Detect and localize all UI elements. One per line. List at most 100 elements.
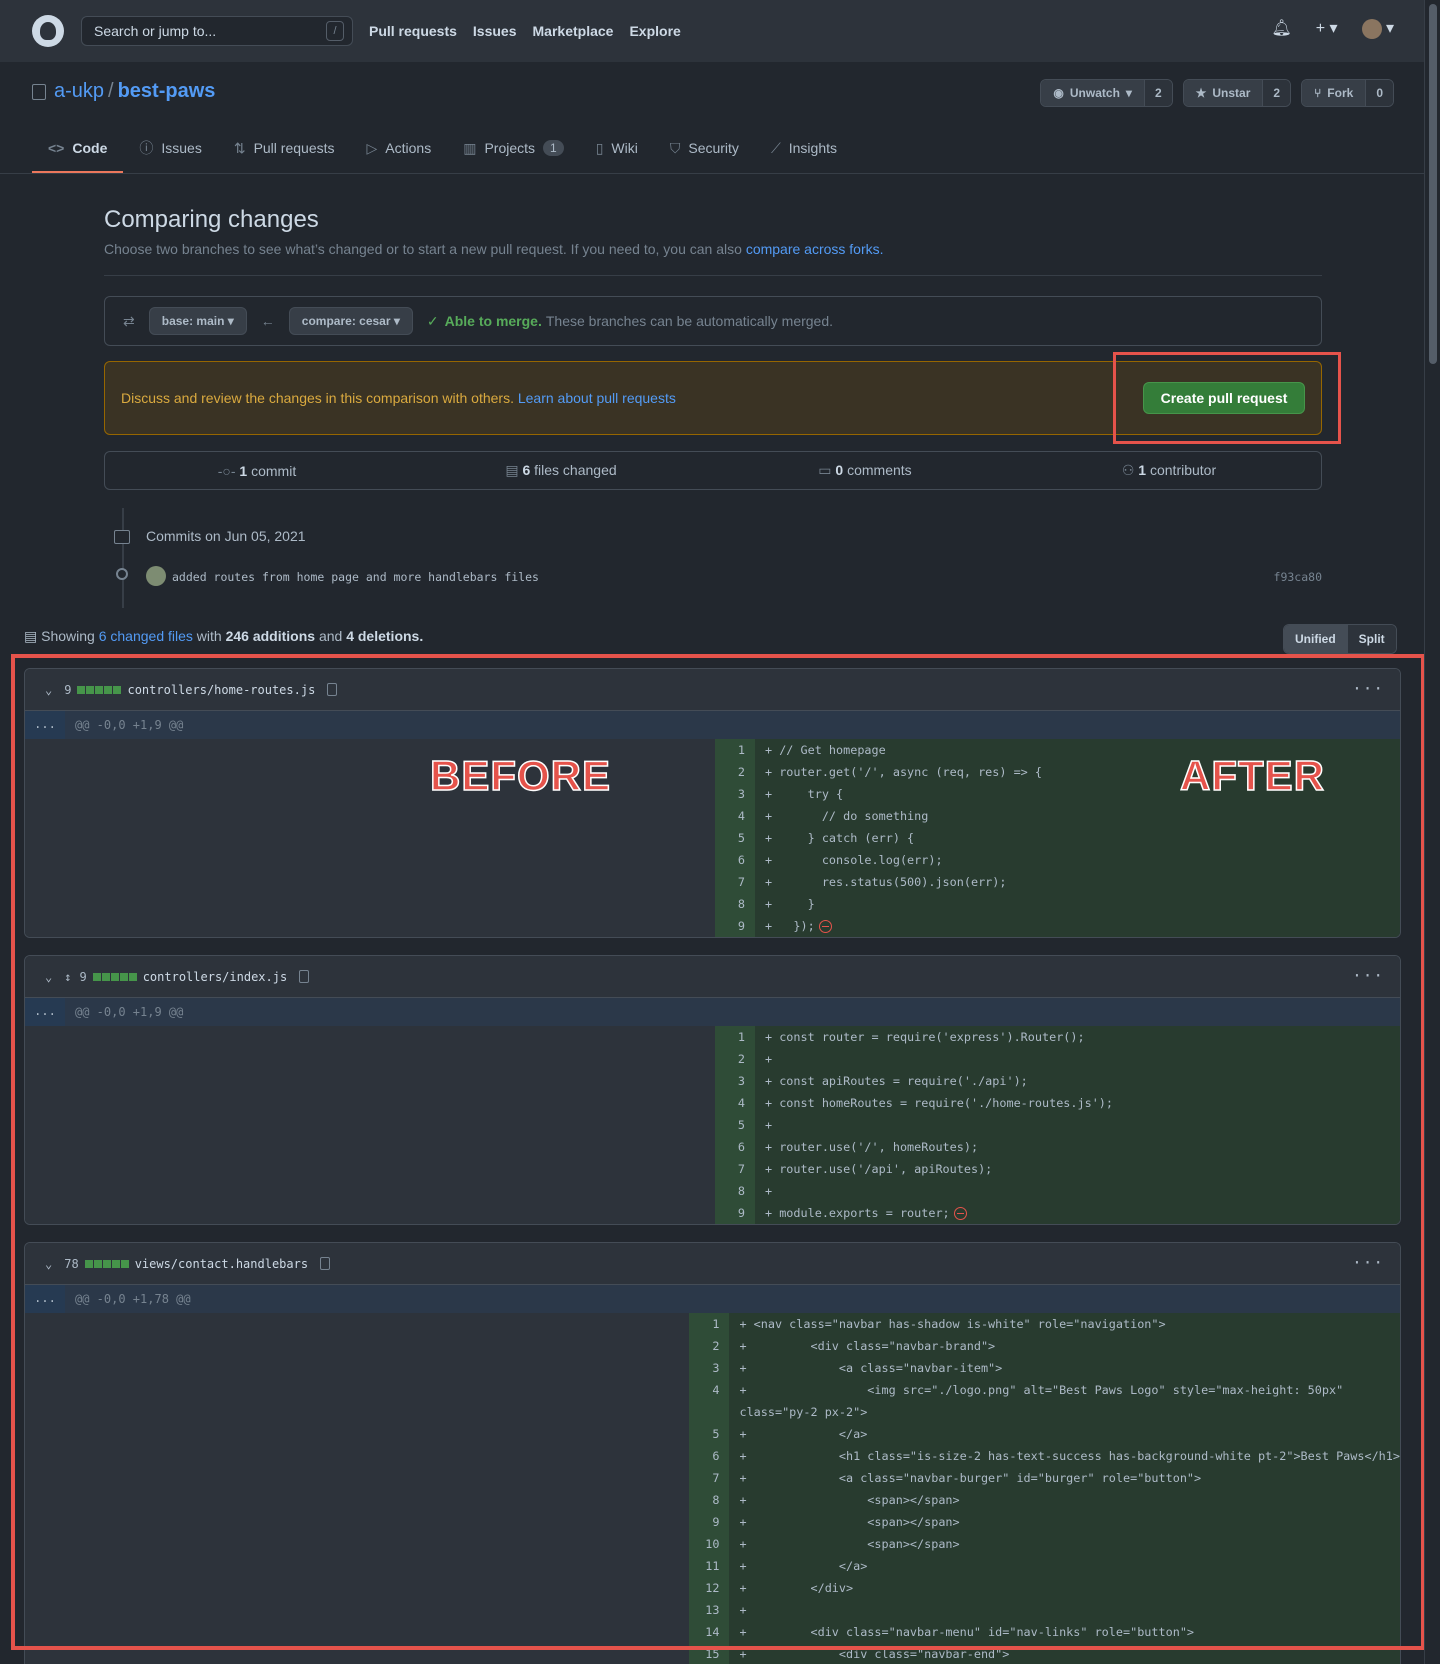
- timeline-line: [122, 508, 124, 608]
- tab-label: Actions: [385, 140, 432, 156]
- pull-request-icon: ⇅: [233, 139, 246, 156]
- compare-branch-label: compare: cesar: [301, 314, 391, 328]
- fork-label: Fork: [1327, 86, 1354, 100]
- deletions-count: 4 deletions.: [346, 628, 424, 644]
- repo-title: a-ukp / best-paws: [32, 80, 215, 103]
- tab-insights[interactable]: ⟋ Insights: [755, 125, 853, 173]
- commits-label: commit: [251, 462, 297, 479]
- compare-forks-link[interactable]: compare across forks.: [746, 241, 884, 257]
- scrollbar[interactable]: [1424, 0, 1440, 1664]
- issue-icon: ⓘ: [139, 140, 154, 156]
- file-diff-icon: ▤: [505, 462, 519, 478]
- tab-label: Wiki: [611, 140, 638, 156]
- repo-owner-link[interactable]: a-ukp: [54, 80, 104, 103]
- repo-separator: /: [108, 80, 114, 102]
- search-input[interactable]: Search or jump to... /: [81, 16, 353, 46]
- files-count: 6: [522, 462, 531, 478]
- commits-count: 1: [239, 462, 248, 479]
- summary-commits[interactable]: -○- 1 commit: [105, 463, 409, 479]
- nav-pull-requests[interactable]: Pull requests: [369, 23, 457, 39]
- bell-icon[interactable]: 🔔︎: [1271, 18, 1291, 38]
- nav-explore[interactable]: Explore: [629, 23, 680, 39]
- compare-header: Comparing changes Choose two branches to…: [104, 206, 1322, 276]
- comments-count: 0: [835, 462, 844, 478]
- additions-count: 246 additions: [225, 628, 316, 644]
- commits-day-icon: [114, 530, 130, 544]
- file-diff-icon: ▤: [24, 628, 38, 644]
- contributors-count: 1: [1138, 462, 1147, 478]
- tab-label: Issues: [161, 140, 202, 156]
- fork-count[interactable]: 0: [1365, 80, 1393, 106]
- summary-contributors[interactable]: ⚇ 1 contributor: [1017, 462, 1321, 479]
- tab-label: Code: [72, 140, 108, 156]
- commits-day: Commits on Jun 05, 2021: [146, 528, 306, 544]
- summary-comments[interactable]: ▭ 0 comments: [713, 462, 1017, 479]
- compare-arrows-icon: ⇄: [123, 312, 135, 329]
- commit-list: Commits on Jun 05, 2021 added routes fro…: [104, 508, 1322, 608]
- unstar-label: Unstar: [1212, 86, 1251, 100]
- shield-icon: ⛉: [669, 139, 681, 156]
- base-branch-select[interactable]: base: main ▾: [148, 307, 247, 335]
- book-icon: ▯: [595, 139, 604, 156]
- star-count[interactable]: 2: [1262, 80, 1291, 106]
- search-placeholder: Search or jump to...: [94, 23, 217, 39]
- subtitle-text: Choose two branches to see what’s change…: [104, 241, 742, 257]
- code-icon: <>: [48, 140, 65, 156]
- page-subtitle: Choose two branches to see what’s change…: [104, 241, 1322, 276]
- plus-dropdown-icon[interactable]: + ▾: [1316, 18, 1338, 38]
- unwatch-button[interactable]: ◉ Unwatch ▾: [1041, 80, 1144, 106]
- highlight-box-create-button: [1113, 352, 1341, 444]
- tab-label: Insights: [788, 140, 837, 156]
- eye-icon: ◉: [1053, 86, 1064, 100]
- learn-pull-requests-link[interactable]: Learn about pull requests: [518, 390, 676, 406]
- tab-code[interactable]: <> Code: [32, 125, 124, 173]
- fork-icon: ⑂: [1314, 86, 1322, 100]
- diffstat-summary: ▤ Showing 6 changed files with 246 addit…: [24, 628, 423, 645]
- people-icon: ⚇: [1121, 462, 1135, 478]
- repo-name-link[interactable]: best-paws: [118, 80, 216, 103]
- tab-pull-requests[interactable]: ⇅ Pull requests: [218, 125, 351, 173]
- commit-node-icon: [116, 568, 128, 580]
- tab-issues[interactable]: ⓘ Issues: [123, 125, 217, 173]
- changed-files-link[interactable]: 6 changed files: [99, 628, 193, 644]
- scrollbar-thumb[interactable]: [1429, 4, 1437, 364]
- tab-projects[interactable]: ▥ Projects 1: [447, 125, 580, 173]
- fork-group: ⑂ Fork 0: [1301, 79, 1394, 107]
- contributors-label: contributor: [1149, 462, 1217, 478]
- global-nav: Pull requests Issues Marketplace Explore: [369, 23, 697, 39]
- fork-button[interactable]: ⑂ Fork: [1302, 80, 1366, 106]
- with-label: with: [196, 628, 222, 644]
- split-view-button[interactable]: Split: [1346, 625, 1396, 653]
- merge-status-text: These branches can be automatically merg…: [545, 313, 834, 329]
- commit-sha[interactable]: f93ca80: [1274, 570, 1322, 584]
- watch-group: ◉ Unwatch ▾ 2: [1040, 79, 1173, 107]
- comment-icon: ▭: [818, 462, 832, 478]
- commit-icon: -○-: [217, 462, 236, 479]
- commit-message[interactable]: added routes from home page and more han…: [172, 570, 539, 584]
- compare-branch-select[interactable]: compare: cesar ▾: [288, 307, 413, 335]
- files-label: files changed: [534, 462, 617, 478]
- comments-label: comments: [847, 462, 912, 478]
- flash-text: Discuss and review the changes in this c…: [121, 390, 514, 406]
- diff-view-toggle: Unified Split: [1283, 624, 1397, 654]
- project-icon: ▥: [463, 139, 477, 156]
- avatar[interactable]: ▾: [1361, 18, 1394, 39]
- star-group: ★ Unstar 2: [1182, 79, 1292, 107]
- tab-label: Security: [688, 140, 739, 156]
- tab-security[interactable]: ⛉ Security: [654, 125, 755, 173]
- range-editor: ⇄ base: main ▾ ← compare: cesar ▾ ✓ Able…: [104, 296, 1322, 346]
- unified-view-button[interactable]: Unified: [1284, 625, 1347, 653]
- base-branch-label: base: main: [161, 314, 225, 328]
- avatar[interactable]: [146, 566, 166, 586]
- play-icon: ▷: [366, 139, 378, 156]
- github-logo-icon[interactable]: [32, 15, 64, 47]
- unstar-button[interactable]: ★ Unstar: [1183, 80, 1263, 106]
- tab-wiki[interactable]: ▯ Wiki: [580, 125, 654, 173]
- nav-marketplace[interactable]: Marketplace: [533, 23, 614, 39]
- watch-count[interactable]: 2: [1143, 80, 1172, 106]
- repo-icon: [32, 83, 46, 100]
- nav-issues[interactable]: Issues: [473, 23, 517, 39]
- highlight-box-diffs: [11, 654, 1425, 1650]
- tab-actions[interactable]: ▷ Actions: [351, 125, 448, 173]
- summary-files[interactable]: ▤ 6 files changed: [409, 462, 713, 479]
